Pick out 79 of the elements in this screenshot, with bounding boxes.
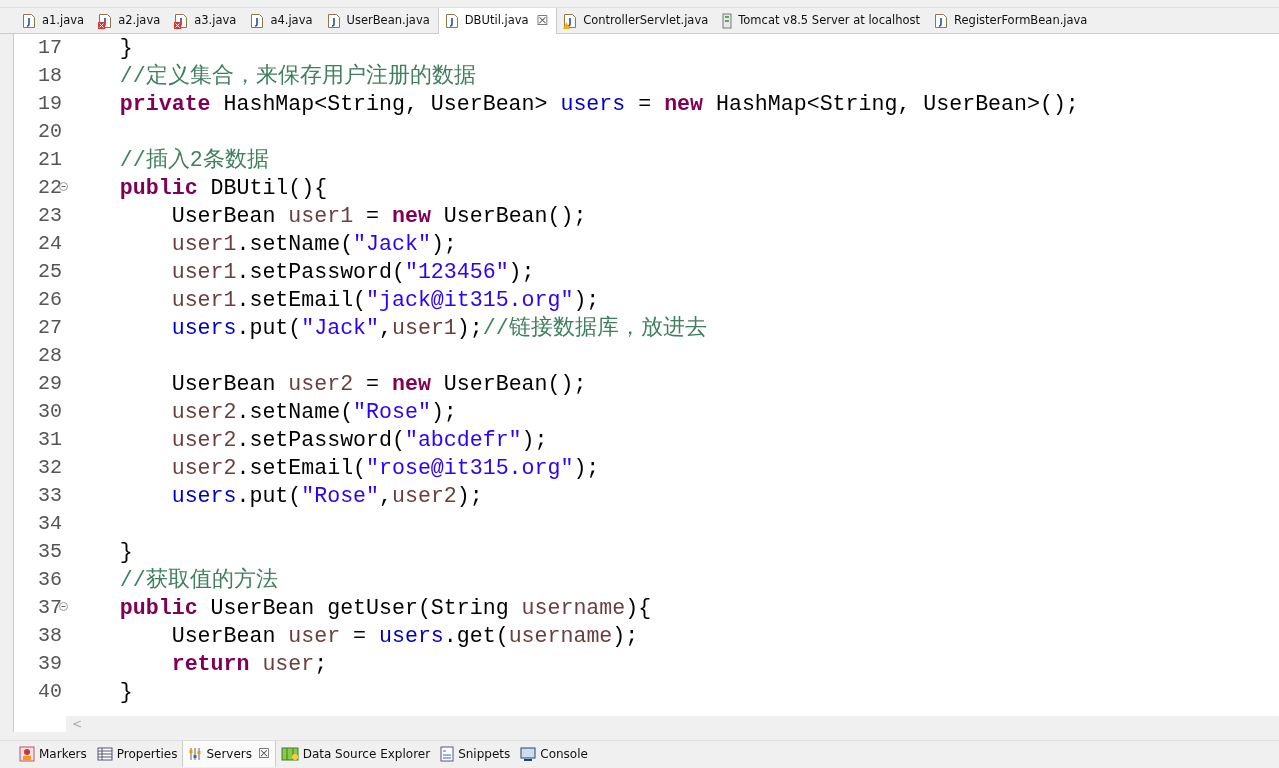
code-line: UserBean user = users.get(username); [170,622,639,650]
view-tab[interactable]: Servers ☒ [182,741,276,767]
line-number: 19 [38,91,62,117]
java-file-icon [250,13,265,29]
line-number: 39 [38,651,62,677]
java-file-error-icon [174,13,189,29]
line-number: 30 [38,399,62,425]
java-file-icon [444,13,459,29]
close-icon[interactable]: ☒ [258,744,270,764]
markers-icon [19,746,35,762]
line-number: 35 [38,539,62,565]
line-number: 40 [38,679,62,705]
editor-tab[interactable]: a1.java [16,8,93,34]
java-file-icon [22,13,36,29]
code-line: users.put("Rose",user2); [170,482,483,510]
code-line: private HashMap<String, UserBean> users = new HashMap<String, UserBean>(); [118,90,1079,118]
line-number: 17 [38,35,62,61]
line-number: 23 [38,203,62,229]
line-number: 28 [38,343,62,369]
code-line: user2.setEmail("rose@it315.org"); [170,454,600,482]
java-file-warning-icon [563,13,578,29]
line-number: 25 [38,259,62,285]
editor-tab[interactable]: DBUtil.java ☒ [437,8,558,34]
view-tab[interactable]: Console [515,741,593,767]
code-line: UserBean user2 = new UserBean(); [170,370,587,398]
line-number: 21 [38,147,62,173]
code-line: user2.setPassword("abcdefr"); [170,426,548,454]
line-number: 37 [38,595,62,621]
code-line: return user; [170,650,328,678]
line-number: 34 [38,511,62,537]
code-line: //获取值的方法 [118,566,278,594]
editor-tab[interactable]: Tomcat v8.5 Server at localhost [716,8,929,34]
code-line: user2.setName("Rose"); [170,398,457,426]
code-line: //插入2条数据 [118,146,269,174]
line-number: 20 [38,119,62,145]
code-line: //定义集合，来保存用户注册的数据 [118,62,476,90]
code-line: public UserBean getUser(String username){ [118,594,652,622]
code-line: } [118,538,133,566]
view-tab[interactable]: Markers [14,741,92,767]
java-file-error-icon [98,13,113,29]
code-line: users.put("Jack",user1);//链接数据库，放进去 [170,314,707,342]
code-line: } [118,678,133,706]
editor-tab[interactable]: UserBean.java [320,8,438,34]
table-icon [96,746,113,762]
java-file-icon [934,13,949,29]
monitor-icon [520,746,537,762]
collapse-icon[interactable] [59,602,68,611]
view-tab[interactable]: Snippets [435,741,516,767]
line-number: 36 [38,567,62,593]
editor-tab[interactable]: a2.java [92,8,169,34]
code-line: user1.setPassword("123456"); [170,258,535,286]
line-number: 18 [38,63,62,89]
editor-tab[interactable]: RegisterFormBean.java [928,8,1096,34]
code-line: } [118,34,133,62]
code-line: UserBean user1 = new UserBean(); [170,202,587,230]
collapse-icon[interactable] [59,182,68,191]
line-number: 33 [38,483,62,509]
line-number: 22 [38,175,62,201]
line-number: 31 [38,427,62,453]
snippets-icon [440,746,455,762]
line-number: 26 [38,287,62,313]
line-number: 32 [38,455,62,481]
java-file-icon [326,13,341,29]
server-icon [722,13,733,29]
line-number: 29 [38,371,62,397]
code-line: public DBUtil(){ [118,174,328,202]
editor-tab[interactable]: ControllerServlet.java [557,8,717,34]
line-number: 27 [38,315,62,341]
code-line: user1.setEmail("jack@it315.org"); [170,286,600,314]
editor-tab[interactable]: a4.java [244,8,321,34]
line-number: 24 [38,231,62,257]
view-tab[interactable]: Data Source Explorer [275,741,436,767]
editor-tab[interactable]: a3.java [168,8,245,34]
close-icon[interactable]: ☒ [536,11,549,31]
line-number: 38 [38,623,62,649]
map-icon [280,746,299,762]
sliders-icon [188,746,203,762]
code-line: user1.setName("Jack"); [170,230,457,258]
view-tab[interactable]: Properties [91,741,183,767]
